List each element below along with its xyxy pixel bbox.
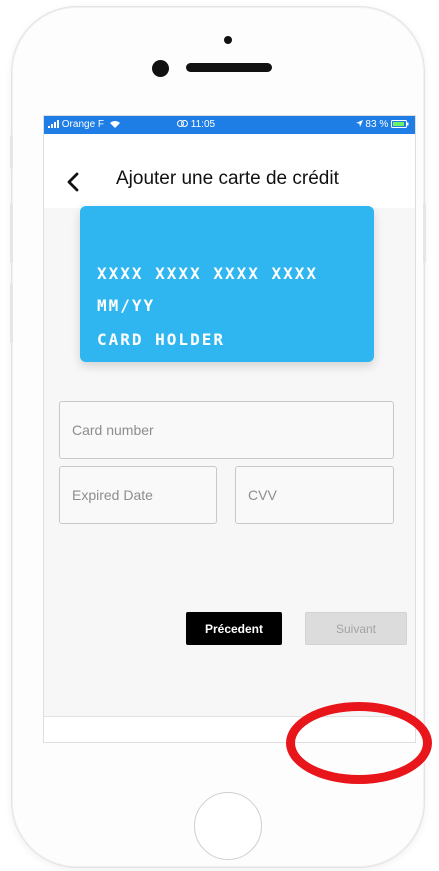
- clock-time: 11:05: [190, 119, 216, 130]
- signal-icon: [48, 120, 59, 128]
- chevron-left-icon[interactable]: [62, 170, 86, 194]
- power-button: [423, 203, 426, 263]
- expiry-date-input[interactable]: [59, 466, 217, 524]
- navigation-bar: Ajouter une carte de crédit: [44, 134, 415, 208]
- battery-icon: [391, 120, 409, 128]
- battery-percent: 83 %: [365, 119, 389, 130]
- card-holder-preview: CARD HOLDER: [97, 330, 225, 349]
- battery-status: 83 %: [355, 119, 409, 130]
- cvv-input[interactable]: [235, 466, 394, 524]
- next-button[interactable]: Suivant: [305, 612, 407, 645]
- card-number-input[interactable]: [59, 401, 394, 459]
- home-button[interactable]: [194, 792, 262, 860]
- carrier-status: Orange F: [48, 119, 120, 130]
- front-camera: [224, 36, 232, 44]
- mute-switch: [10, 135, 13, 169]
- credit-card-preview: XXXX XXXX XXXX XXXX MM/YY CARD HOLDER: [80, 206, 374, 362]
- volume-down-button: [10, 283, 13, 343]
- previous-button[interactable]: Précedent: [186, 612, 282, 645]
- bottom-action-bar: [44, 716, 415, 742]
- status-bar: Orange F 11:05 83 %: [44, 116, 415, 134]
- card-number-preview: XXXX XXXX XXXX XXXX: [97, 264, 319, 283]
- carrier-label: Orange F: [61, 119, 105, 130]
- wifi-icon: [109, 121, 120, 128]
- location-icon: [355, 120, 363, 127]
- phone-screen: Orange F 11:05 83 % Ajouter une carte de…: [43, 115, 416, 743]
- link-icon: [177, 120, 188, 127]
- clock-status: 11:05: [177, 119, 215, 130]
- card-expiry-preview: MM/YY: [97, 296, 156, 315]
- volume-up-button: [10, 203, 13, 263]
- page-title: Ajouter une carte de crédit: [116, 168, 339, 189]
- proximity-sensor: [152, 60, 169, 77]
- earpiece-speaker: [186, 63, 272, 72]
